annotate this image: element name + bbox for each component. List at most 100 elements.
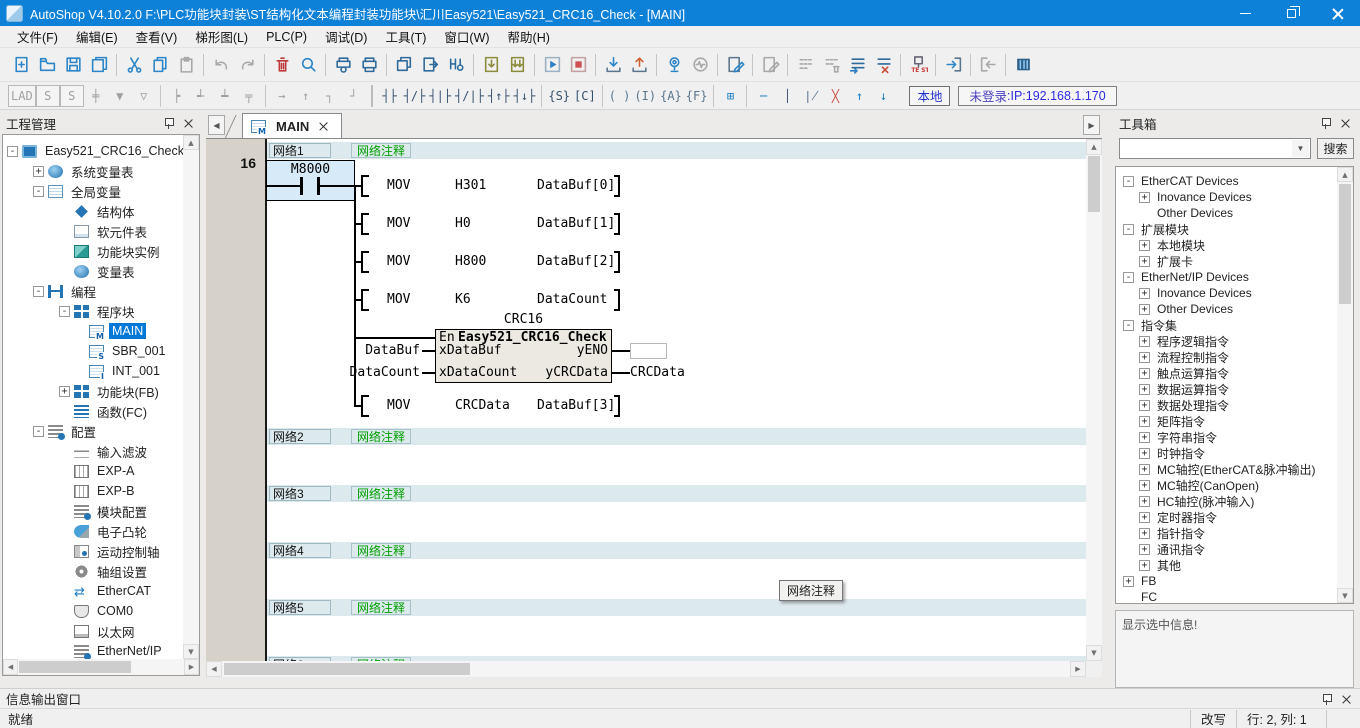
instruction-dst[interactable]: DataCount bbox=[537, 292, 607, 307]
instruction-src[interactable]: H800 bbox=[455, 254, 486, 269]
tree-item-int001[interactable]: INT_001 bbox=[89, 361, 163, 381]
login-status[interactable]: 未登录:IP:192.168.1.170 bbox=[958, 86, 1116, 106]
contact-falling-button[interactable]: ┤/|├ bbox=[453, 85, 486, 107]
tree-item-main[interactable]: MAIN bbox=[89, 321, 146, 341]
redo-button[interactable] bbox=[234, 52, 260, 78]
expander-icon[interactable] bbox=[1139, 528, 1150, 539]
tree-item-cam[interactable]: 电子凸轮 bbox=[59, 521, 150, 541]
expander-icon[interactable] bbox=[1139, 256, 1150, 267]
expander-icon[interactable] bbox=[1123, 576, 1134, 587]
network-label[interactable]: 网络4 bbox=[269, 543, 331, 558]
tree-item-input-filter[interactable]: 输入滤波 bbox=[59, 441, 150, 461]
expander-icon[interactable] bbox=[33, 426, 44, 437]
toolbox-search-combo[interactable]: ▼ bbox=[1119, 138, 1311, 159]
toolbox-item-ethernetip-devices[interactable]: EtherNet/IP Devices bbox=[1123, 269, 1252, 285]
insert-row-button[interactable] bbox=[844, 52, 870, 78]
insert-down2-button[interactable]: ▽ bbox=[132, 85, 156, 107]
close-panel-icon[interactable] bbox=[1340, 692, 1354, 706]
scroll-up-icon[interactable]: ▲ bbox=[183, 135, 199, 150]
tree-item-sbr001[interactable]: SBR_001 bbox=[89, 341, 169, 361]
variable-monitor-button[interactable] bbox=[443, 52, 469, 78]
toolbox-item-fb[interactable]: FB bbox=[1123, 573, 1159, 589]
compile-all-button[interactable] bbox=[504, 52, 530, 78]
branch-rail-button[interactable]: ╤ bbox=[237, 85, 261, 107]
expander-icon[interactable] bbox=[1139, 288, 1150, 299]
network-1-header[interactable]: 网络1 网络注释 bbox=[267, 142, 1086, 159]
insert-node-button[interactable]: ╪ bbox=[84, 85, 108, 107]
instruction-dst[interactable]: DataBuf[1] bbox=[537, 216, 615, 231]
expander-icon[interactable] bbox=[33, 286, 44, 297]
run-button[interactable] bbox=[539, 52, 565, 78]
stop-button[interactable] bbox=[565, 52, 591, 78]
tree-item-module-config[interactable]: 模块配置 bbox=[59, 501, 150, 521]
expander-icon[interactable] bbox=[1123, 224, 1134, 235]
instruction-src[interactable]: H0 bbox=[455, 216, 471, 231]
monitor-button[interactable] bbox=[661, 52, 687, 78]
instruction-op[interactable]: MOV bbox=[387, 398, 410, 413]
menu-debug[interactable]: 调试(D) bbox=[316, 25, 376, 48]
expander-icon[interactable] bbox=[7, 146, 18, 157]
toolbox-search-button[interactable]: 搜索 bbox=[1317, 138, 1354, 159]
wire-corner1-button[interactable]: ┐ bbox=[318, 85, 342, 107]
tree-item-var-table[interactable]: 变量表 bbox=[59, 261, 138, 281]
login-button[interactable] bbox=[940, 52, 966, 78]
instruction-dst[interactable]: DataBuf[3] bbox=[537, 398, 615, 413]
tree-item-programming[interactable]: 编程 bbox=[33, 281, 99, 301]
close-panel-icon[interactable] bbox=[1339, 116, 1353, 130]
expander-icon[interactable] bbox=[1139, 400, 1150, 411]
expander-icon[interactable] bbox=[1139, 192, 1150, 203]
scroll-down-icon[interactable]: ▼ bbox=[1086, 645, 1102, 661]
contact-closed-button[interactable]: ┤/├ bbox=[402, 85, 428, 107]
set-coil-button[interactable]: {S} bbox=[546, 85, 572, 107]
insert-down-button[interactable]: ▼ bbox=[108, 85, 132, 107]
contact-up-pulse-button[interactable]: ┤↑├ bbox=[486, 85, 512, 107]
menu-edit[interactable]: 编辑(E) bbox=[67, 25, 127, 48]
download-button[interactable] bbox=[600, 52, 626, 78]
output-coil-button[interactable]: ( ) bbox=[607, 85, 633, 107]
function-instruction-button[interactable]: {F} bbox=[684, 85, 710, 107]
instruction-op[interactable]: MOV bbox=[387, 254, 410, 269]
network-label[interactable]: 网络1 bbox=[269, 143, 331, 158]
expander-icon[interactable] bbox=[1139, 384, 1150, 395]
tree-item-program-blocks[interactable]: 程序块 bbox=[59, 301, 138, 321]
write-edit-button[interactable] bbox=[722, 52, 748, 78]
tab-main[interactable]: MAIN bbox=[242, 113, 342, 138]
instruction-dst[interactable]: DataBuf[2] bbox=[537, 254, 615, 269]
compile-button[interactable] bbox=[478, 52, 504, 78]
cut-button[interactable] bbox=[121, 52, 147, 78]
tree-item-struct[interactable]: 结构体 bbox=[59, 201, 138, 221]
scroll-left-icon[interactable]: ◀ bbox=[206, 661, 222, 677]
expander-icon[interactable] bbox=[1139, 352, 1150, 363]
expander-icon[interactable] bbox=[59, 306, 70, 317]
move-up-button[interactable]: ↑ bbox=[847, 85, 871, 107]
network-comment[interactable]: 网络注释 bbox=[351, 143, 411, 158]
menu-window[interactable]: 窗口(W) bbox=[435, 25, 498, 48]
fblock-eno-output-cell[interactable] bbox=[630, 343, 667, 359]
toolbox-item-expansion-cards[interactable]: 扩展卡 bbox=[1139, 253, 1196, 269]
tree-item-fb-instance[interactable]: 功能块实例 bbox=[59, 241, 163, 261]
tree-item-device-table[interactable]: 软元件表 bbox=[59, 221, 150, 241]
instruction-dst[interactable]: DataBuf[0] bbox=[537, 178, 615, 193]
upload-button[interactable] bbox=[626, 52, 652, 78]
expander-icon[interactable] bbox=[59, 386, 70, 397]
branch-open-button[interactable]: ┝ bbox=[165, 85, 189, 107]
network-comment[interactable]: 网络注释 bbox=[351, 600, 411, 615]
application-instruction-button[interactable]: {A} bbox=[658, 85, 684, 107]
network-3-header[interactable]: 网络3 网络注释 bbox=[267, 485, 1086, 502]
tree-item-motion-axis[interactable]: 运动控制轴 bbox=[59, 541, 163, 561]
fblock-in2-var[interactable]: DataCount bbox=[346, 365, 420, 380]
print-preview-button[interactable] bbox=[330, 52, 356, 78]
expander-icon[interactable] bbox=[1139, 416, 1150, 427]
instruction-src[interactable]: CRCData bbox=[455, 398, 510, 413]
instruction-op[interactable]: MOV bbox=[387, 216, 410, 231]
contact-rising-button[interactable]: ┤|├ bbox=[427, 85, 453, 107]
expander-icon[interactable] bbox=[1139, 432, 1150, 443]
cascade-windows-button[interactable] bbox=[391, 52, 417, 78]
scroll-down-icon[interactable]: ▼ bbox=[183, 644, 199, 659]
expander-icon[interactable] bbox=[1139, 336, 1150, 347]
fblock-out2-var[interactable]: CRCData bbox=[630, 365, 685, 380]
copy-button[interactable] bbox=[147, 52, 173, 78]
ladder-canvas[interactable]: 16 网络1 网络注释 M8000 MOV H301 DataBuf[0] bbox=[206, 139, 1086, 661]
wire-up-button[interactable]: ↑ bbox=[294, 85, 318, 107]
editor-vscroll[interactable]: ▲ ▼ bbox=[1086, 139, 1102, 661]
